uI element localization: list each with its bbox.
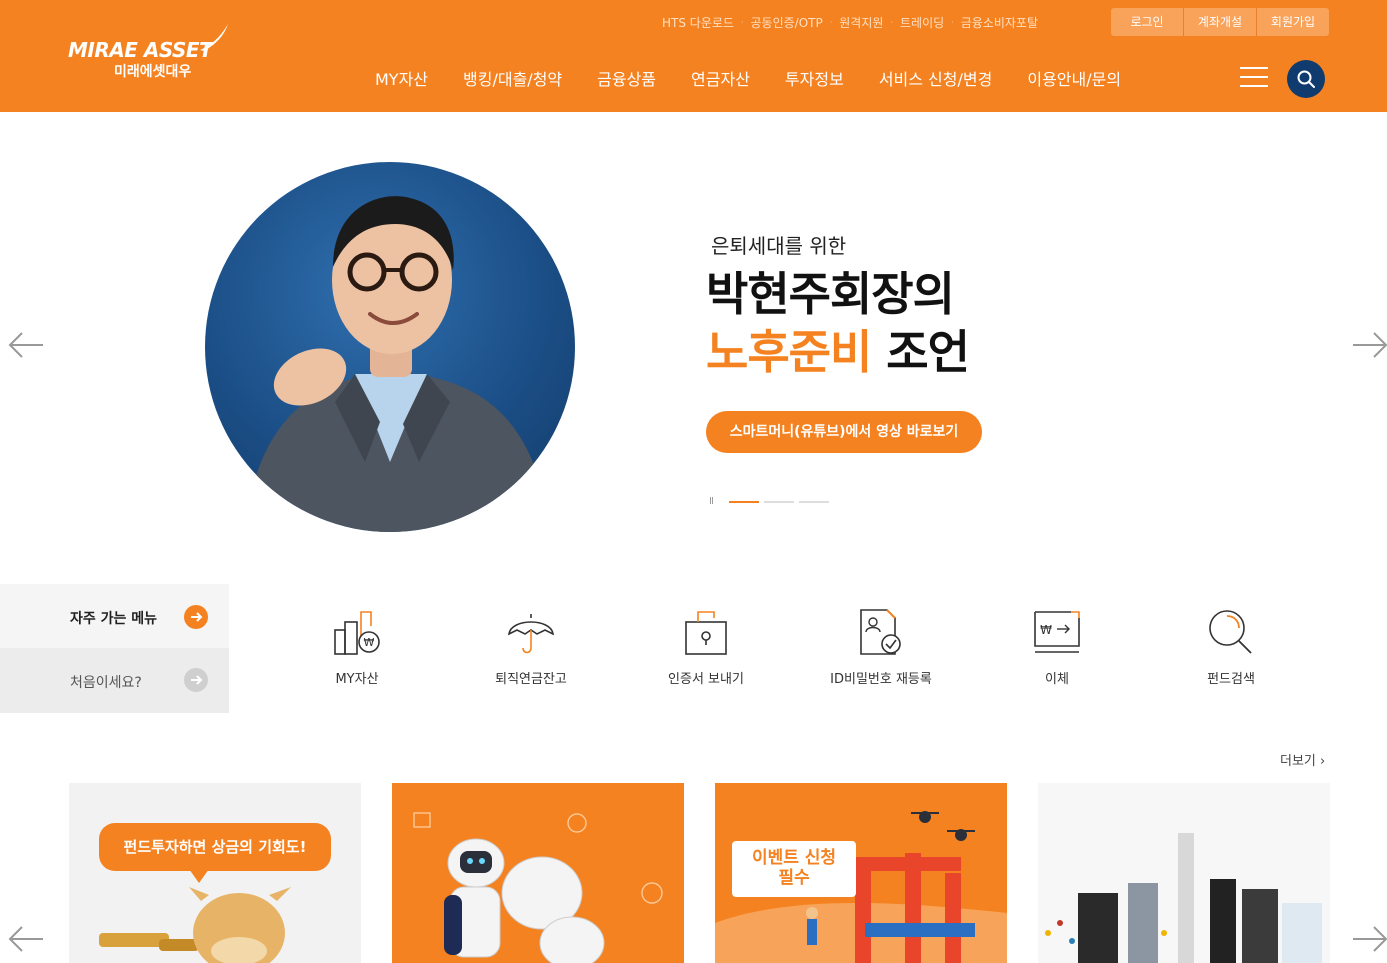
quick-item-label: MY자산 — [335, 672, 379, 687]
account-buttons: 로그인 계좌개설 회원가입 — [1111, 8, 1329, 36]
fund-search-icon — [1209, 610, 1252, 654]
util-link-hts[interactable]: HTS 다운로드 — [662, 14, 734, 31]
buildings-illustration — [1038, 783, 1330, 963]
id-password-icon — [860, 609, 901, 655]
util-separator: · — [890, 17, 893, 27]
util-link-remote[interactable]: 원격지원 — [839, 14, 883, 31]
search-icon — [1297, 70, 1315, 88]
quick-item-transfer[interactable]: ₩ 이체 — [987, 608, 1127, 698]
logo-text-en: MIRAE ASSET — [68, 38, 213, 62]
quick-item-label: 펀드검색 — [1207, 672, 1255, 687]
util-link-consumer-portal[interactable]: 금융소비자포탈 — [961, 14, 1038, 31]
arrow-right-circle-icon — [184, 668, 208, 692]
logo[interactable]: MIRAE ASSET 미래에셋대우 — [68, 24, 238, 84]
signup-button[interactable]: 회원가입 — [1256, 8, 1329, 36]
search-button[interactable] — [1287, 60, 1325, 98]
cards-arrow-left-icon[interactable] — [8, 924, 44, 954]
logo-text-ko: 미래에셋대우 — [114, 64, 192, 80]
util-separator: · — [951, 17, 954, 27]
quick-item-fund-search[interactable]: 펀드검색 — [1161, 608, 1301, 698]
nav-banking[interactable]: 뱅킹/대출/청약 — [463, 66, 562, 90]
nav-guide[interactable]: 이용안내/문의 — [1027, 66, 1121, 90]
quick-menu-items: ₩ MY자산 퇴직연금잔고 인증서 보내기 ID비밀번호 재등록 ₩ 이체 펀드… — [229, 584, 1387, 713]
more-link[interactable]: 더보기 › — [1280, 750, 1325, 769]
tab-first-label: 처음이세요? — [70, 675, 142, 691]
tab-frequent-label: 자주 가는 메뉴 — [70, 611, 158, 627]
portrait-illustration — [245, 196, 550, 532]
nav-pension[interactable]: 연금자산 — [691, 66, 750, 90]
more-link-label: 더보기 — [1280, 754, 1316, 769]
quick-item-label: 이체 — [1045, 672, 1069, 687]
arrow-right-circle-icon — [184, 605, 208, 629]
promo-card-buildings[interactable] — [1038, 783, 1330, 963]
card3-event-box: 이벤트 신청 필수 — [732, 841, 856, 897]
slide-indicator-3[interactable] — [798, 500, 829, 503]
promo-card-robot[interactable] — [392, 783, 684, 963]
util-link-trading[interactable]: 트레이딩 — [900, 14, 944, 31]
quick-item-id-password[interactable]: ID비밀번호 재등록 — [811, 608, 951, 698]
transfer-icon: ₩ — [1034, 611, 1080, 653]
tab-first-visit[interactable]: 처음이세요? — [0, 648, 229, 713]
my-assets-icon: ₩ — [334, 611, 380, 655]
quick-item-pension[interactable]: 퇴직연금잔고 — [461, 608, 601, 698]
open-account-button[interactable]: 계좌개설 — [1183, 8, 1256, 36]
pause-icon[interactable]: II — [709, 496, 714, 507]
cow-mascot-illustration — [99, 887, 291, 963]
hero-title-rest: 조언 — [886, 325, 970, 379]
quick-item-label: 퇴직연금잔고 — [495, 672, 567, 687]
svg-text:₩: ₩ — [364, 636, 375, 649]
slide-pager: II — [709, 496, 834, 507]
quick-item-certificate[interactable]: 인증서 보내기 — [636, 608, 776, 698]
promo-card-event[interactable]: 이벤트 신청 필수 — [715, 783, 1007, 963]
arrow-left-icon[interactable] — [8, 330, 44, 360]
utility-links: HTS 다운로드 · 공동인증/OTP · 원격지원 · 트레이딩 · 금융소비… — [662, 13, 1038, 31]
nav-products[interactable]: 금융상품 — [597, 66, 656, 90]
quick-item-my-assets[interactable]: ₩ MY자산 — [287, 608, 427, 698]
card3-line1: 이벤트 신청 — [751, 848, 837, 868]
hero-title-line2: 노후준비 조언 — [706, 316, 970, 382]
hamburger-menu-icon[interactable] — [1240, 67, 1268, 89]
chairman-portrait — [205, 162, 575, 532]
card3-line2: 필수 — [778, 868, 810, 888]
slide-indicator-2[interactable] — [763, 500, 794, 503]
arrow-right-icon[interactable] — [1352, 330, 1387, 360]
hero-cta-button[interactable]: 스마트머니(유튜브)에서 영상 바로보기 — [706, 411, 982, 453]
quick-item-label: 인증서 보내기 — [668, 672, 744, 687]
quick-menu: 자주 가는 메뉴 처음이세요? ₩ MY자산 퇴직연금잔고 인증서 보내기 ID… — [0, 584, 1387, 713]
certificate-send-icon — [685, 611, 727, 655]
nav-service[interactable]: 서비스 신청/변경 — [879, 66, 993, 90]
umbrella-icon — [508, 614, 554, 654]
svg-text:₩: ₩ — [1040, 623, 1052, 637]
util-separator: · — [829, 17, 833, 27]
quick-item-label: ID비밀번호 재등록 — [830, 672, 932, 687]
util-link-certificate[interactable]: 공동인증/OTP — [751, 14, 823, 31]
nav-invest-info[interactable]: 투자정보 — [785, 66, 844, 90]
login-button[interactable]: 로그인 — [1111, 8, 1183, 36]
util-separator: · — [740, 17, 744, 27]
header: MIRAE ASSET 미래에셋대우 HTS 다운로드 · 공동인증/OTP ·… — [0, 0, 1387, 112]
slide-indicator-1[interactable] — [728, 500, 759, 503]
hero-title-line1: 박현주회장의 — [706, 267, 955, 321]
tab-frequent-menu[interactable]: 자주 가는 메뉴 — [0, 584, 229, 648]
main-nav: MY자산 뱅킹/대출/청약 금융상품 연금자산 투자정보 서비스 신청/변경 이… — [375, 66, 1156, 90]
hero-subtitle: 은퇴세대를 위한 — [711, 234, 847, 258]
cards-arrow-right-icon[interactable] — [1352, 924, 1387, 954]
hero-title-highlight: 노후준비 — [706, 325, 872, 379]
robot-illustration — [413, 812, 663, 963]
hero-banner: 은퇴세대를 위한 박현주회장의 노후준비 조언 스마트머니(유튜브)에서 영상 … — [0, 112, 1387, 584]
promo-card-fund-event[interactable]: 펀드투자하면 상금의 기회도! — [69, 783, 361, 963]
nav-my-assets[interactable]: MY자산 — [375, 66, 428, 90]
